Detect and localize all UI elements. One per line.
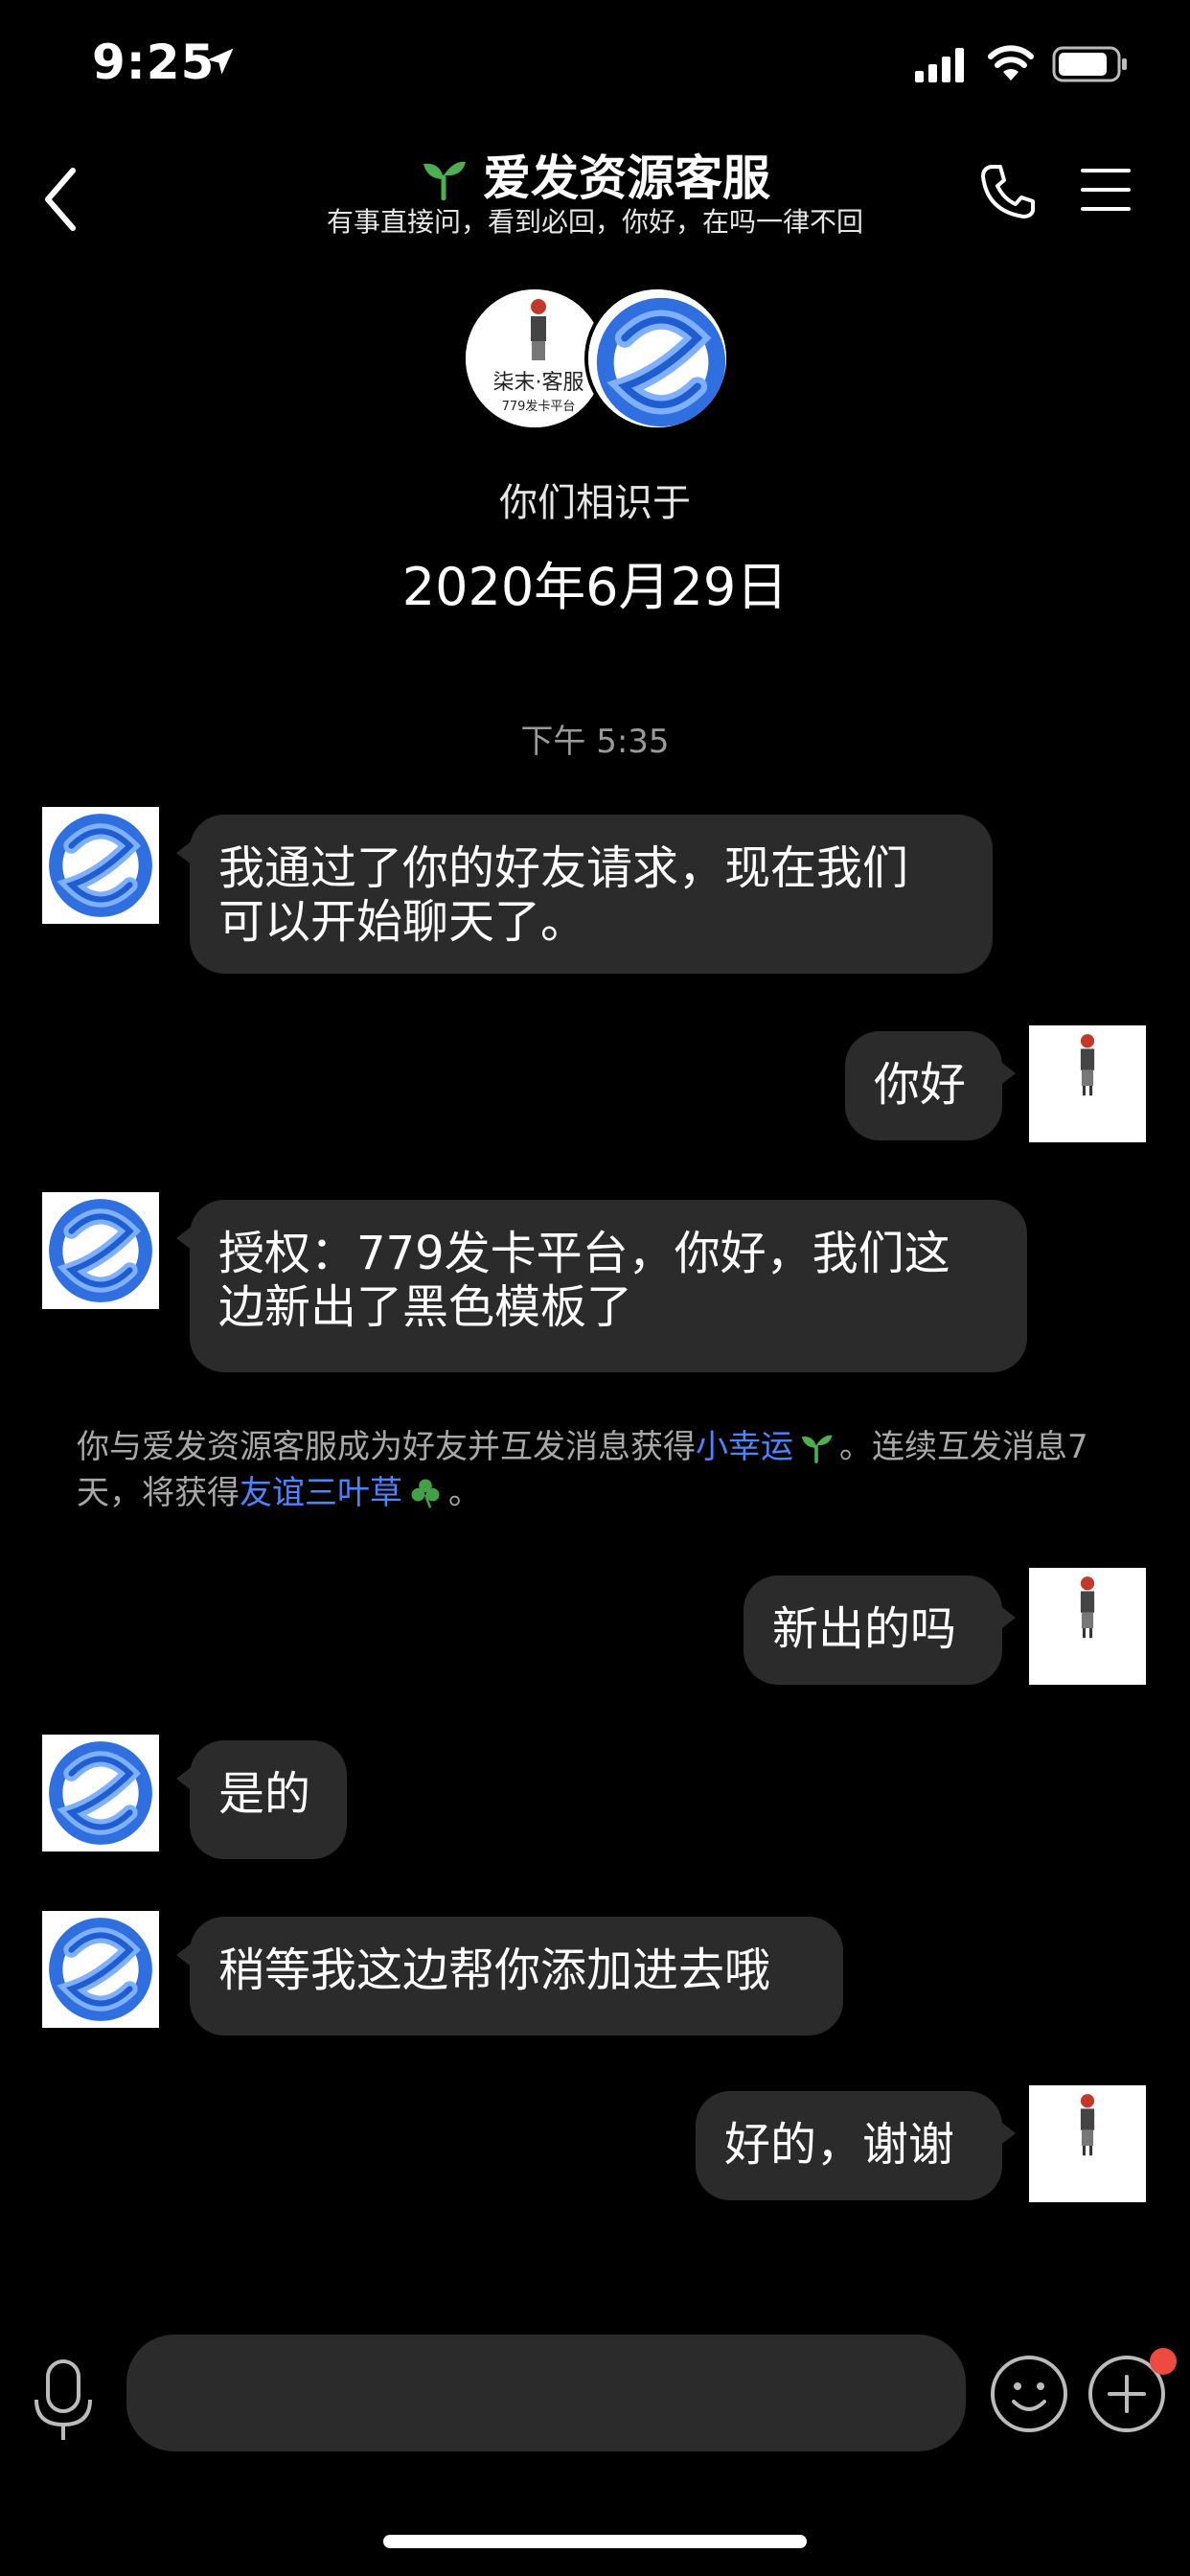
chat-title-text: 爱发资源客服 — [483, 150, 770, 206]
sprout-icon — [801, 1435, 833, 1463]
cellular-signal-icon — [915, 48, 964, 82]
message-text: 是的 — [218, 1767, 311, 1821]
friendship-system-note: 你与爱发资源客服成为好友并互发消息获得小幸运 。连续互发消息7天，将获得友谊三叶草… — [77, 1424, 1131, 1516]
message-text: 新出的吗 — [772, 1602, 957, 1656]
message-text: 好的，谢谢 — [724, 2118, 955, 2172]
message-timestamp: 下午 5:35 — [520, 723, 670, 761]
status-time: 9:25 — [92, 34, 216, 90]
chat-header: 爱发资源客服 有事直接问，看到必回，你好，在吗一律不回 — [0, 134, 1190, 259]
emoji-icon[interactable] — [989, 2354, 1069, 2434]
lucky-link[interactable]: 小幸运 — [696, 1428, 793, 1466]
message-text-line: 可以开始聊天了。 — [218, 895, 587, 949]
friend-avatar — [584, 286, 730, 431]
friend-avatars: 柒末·客服 779发卡平台 — [462, 286, 730, 431]
wifi-icon — [988, 45, 1034, 80]
avatar-subtext: 779发卡平台 — [502, 399, 576, 414]
met-label: 你们相识于 — [499, 481, 691, 525]
message-bubble-sent[interactable]: 你好 — [845, 1031, 1016, 1140]
message-input-bar — [0, 2319, 1190, 2453]
status-bar: 9:25 — [0, 0, 1190, 129]
message-bubble-received[interactable]: 稍等我这边帮你添加进去哦 — [176, 1917, 843, 2036]
message-bubble-sent[interactable]: 好的，谢谢 — [696, 2091, 1016, 2200]
home-indicator — [383, 2535, 807, 2548]
sprout-icon — [423, 161, 466, 200]
note-text: 。 — [448, 1474, 481, 1512]
met-date: 2020年6月29日 — [401, 557, 789, 617]
message-text-line: 我通过了你的好友请求，现在我们 — [218, 841, 909, 895]
message-text-line: 边新出了黑色模板了 — [218, 1280, 633, 1334]
message-text: 稍等我这边帮你添加进去哦 — [218, 1944, 771, 1997]
message-bubble-sent[interactable]: 新出的吗 — [744, 1576, 1016, 1685]
my-message-avatar[interactable] — [1029, 2085, 1146, 2202]
message-text-line: 授权：779发卡平台，你好，我们这 — [218, 1227, 950, 1280]
friend-message-avatar[interactable] — [42, 1192, 159, 1309]
message-bubble-received[interactable]: 是的 — [176, 1740, 347, 1859]
menu-icon[interactable] — [1079, 163, 1133, 217]
notification-dot — [1150, 2348, 1177, 2375]
my-message-avatar[interactable] — [1029, 1025, 1146, 1142]
friend-message-avatar[interactable] — [42, 1735, 159, 1852]
friend-message-avatar[interactable] — [42, 1911, 159, 2028]
message-text: 你好 — [874, 1058, 967, 1112]
message-bubble-received[interactable]: 授权：779发卡平台，你好，我们这 边新出了黑色模板了 — [176, 1200, 1027, 1372]
my-message-avatar[interactable] — [1029, 1568, 1146, 1685]
note-text: 你与爱发资源客服成为好友并互发消息获得 — [77, 1428, 696, 1466]
clover-link[interactable]: 友谊三叶草 — [240, 1474, 402, 1512]
location-arrow-icon — [207, 48, 234, 75]
avatar-text: 柒末·客服 — [493, 371, 584, 395]
message-bubble-received[interactable]: 我通过了你的好友请求，现在我们 可以开始聊天了。 — [176, 815, 993, 974]
message-input[interactable] — [126, 2334, 966, 2451]
battery-icon — [1052, 46, 1127, 82]
phone-icon[interactable] — [977, 161, 1039, 222]
friend-message-avatar[interactable] — [42, 807, 159, 924]
microphone-icon[interactable] — [27, 2358, 100, 2444]
clover-icon — [411, 1479, 440, 1508]
